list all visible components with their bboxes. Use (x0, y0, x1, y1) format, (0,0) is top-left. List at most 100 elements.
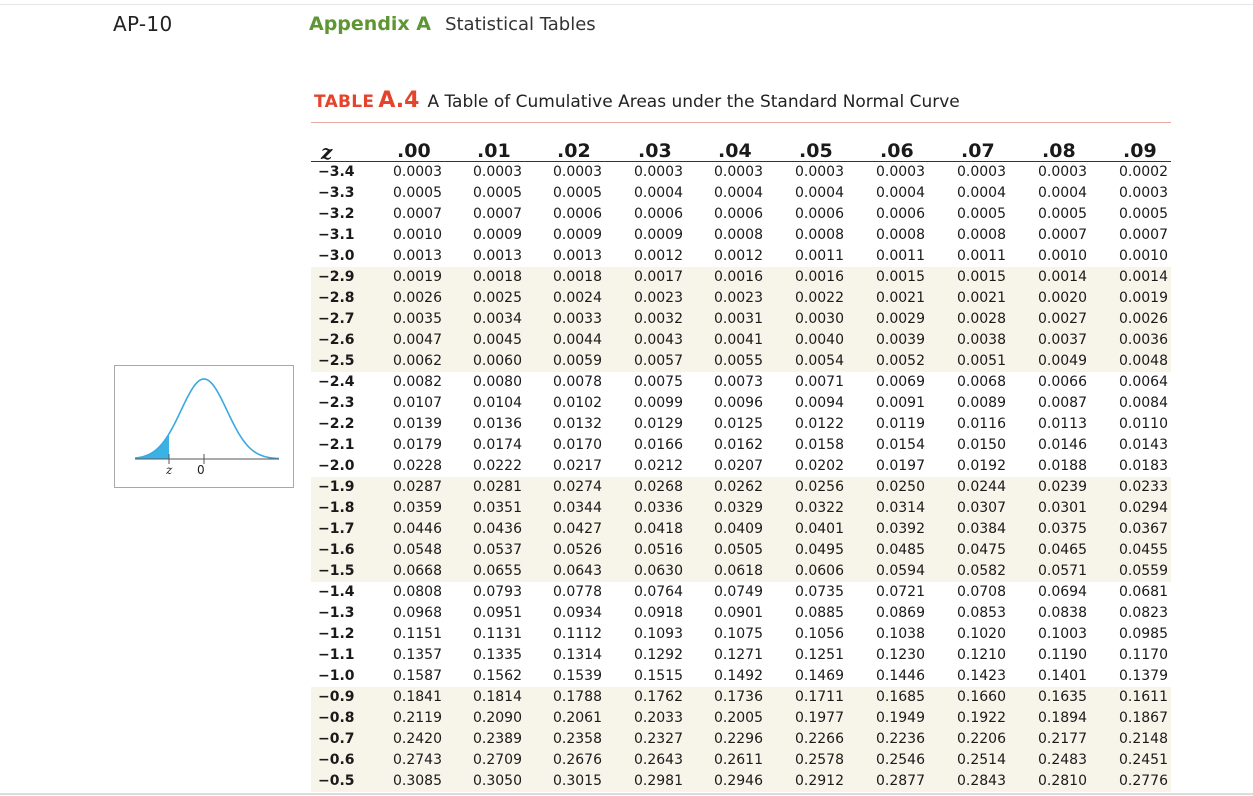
table-cell: 0.0007 (473, 206, 522, 222)
table-cell: 0.0006 (553, 206, 602, 222)
table-cell: 0.2033 (634, 710, 683, 726)
table-cell: 0.0116 (957, 416, 1006, 432)
column-header: .02 (557, 140, 591, 162)
table-cell: 0.1401 (1038, 668, 1087, 684)
table-cell: 0.0002 (1119, 164, 1168, 180)
z-value: −2.3 (318, 395, 355, 411)
table-cell: 0.1587 (393, 668, 442, 684)
table-cell: 0.0162 (714, 437, 763, 453)
table-cell: 0.1038 (876, 626, 925, 642)
table-cell: 0.0004 (714, 185, 763, 201)
table-cell: 0.0005 (473, 185, 522, 201)
table-cell: 0.0005 (1119, 206, 1168, 222)
table-cell: 0.0031 (714, 311, 763, 327)
table-cell: 0.1788 (553, 689, 602, 705)
table-cell: 0.0016 (795, 269, 844, 285)
table-cell: 0.0314 (876, 500, 925, 516)
table-cell: 0.0049 (1038, 353, 1087, 369)
table-cell: 0.0968 (393, 605, 442, 621)
table-cell: 0.0030 (795, 311, 844, 327)
table-cell: 0.0003 (876, 164, 925, 180)
z-value: −2.4 (318, 374, 355, 390)
table-cell: 0.0023 (714, 290, 763, 306)
table-cell: 0.0011 (795, 248, 844, 264)
z-value: −1.6 (318, 542, 355, 558)
table-cell: 0.0281 (473, 479, 522, 495)
table-cell: 0.0268 (634, 479, 683, 495)
table-cell: 0.0008 (876, 227, 925, 243)
table-cell: 0.0032 (634, 311, 683, 327)
table-cell: 0.0033 (553, 311, 602, 327)
table-cell: 0.0005 (957, 206, 1006, 222)
table-cell: 0.0336 (634, 500, 683, 516)
z-value: −1.8 (318, 500, 355, 516)
table-cell: 0.0154 (876, 437, 925, 453)
table-cell: 0.0039 (876, 332, 925, 348)
table-title: TABLE A.4 A Table of Cumulative Areas unde… (314, 88, 960, 113)
table-cell: 0.0367 (1119, 521, 1168, 537)
table-cell: 0.0015 (957, 269, 1006, 285)
table-cell: 0.0016 (714, 269, 763, 285)
table-row: −0.6 0.2743 0.2709 0.2676 0.2643 0.2611 0.2578… (311, 750, 1171, 771)
appendix-title: Statistical Tables (445, 14, 596, 35)
table-cell: 0.0004 (876, 185, 925, 201)
table-cell: 0.0143 (1119, 437, 1168, 453)
z-value: −3.0 (318, 248, 355, 264)
table-cell: 0.0044 (553, 332, 602, 348)
z-value: −2.2 (318, 416, 355, 432)
table-cell: 0.0003 (795, 164, 844, 180)
table-cell: 0.0885 (795, 605, 844, 621)
table-cell: 0.0427 (553, 521, 602, 537)
table-cell: 0.0668 (393, 563, 442, 579)
table-cell: 0.1423 (957, 668, 1006, 684)
table-cell: 0.0838 (1038, 605, 1087, 621)
table-cell: 0.0078 (553, 374, 602, 390)
column-header: .00 (397, 140, 431, 162)
table-cell: 0.2611 (714, 752, 763, 768)
table-cell: 0.0004 (795, 185, 844, 201)
table-row: −1.1 0.1357 0.1335 0.1314 0.1292 0.1271 0.1251… (311, 645, 1171, 666)
table-row: −1.7 0.0446 0.0436 0.0427 0.0418 0.0409 0.0401… (311, 519, 1171, 540)
table-cell: 0.0015 (876, 269, 925, 285)
table-cell: 0.0038 (957, 332, 1006, 348)
table-cell: 0.2358 (553, 731, 602, 747)
table-cell: 0.0793 (473, 584, 522, 600)
table-cell: 0.2810 (1038, 773, 1087, 789)
page-number: AP-10 (113, 12, 173, 36)
table-cell: 0.0681 (1119, 584, 1168, 600)
table-cell: 0.1093 (634, 626, 683, 642)
table-cell: 0.0089 (957, 395, 1006, 411)
table-cell: 0.1056 (795, 626, 844, 642)
table-cell: 0.0013 (393, 248, 442, 264)
table-cell: 0.0071 (795, 374, 844, 390)
table-cell: 0.2981 (634, 773, 683, 789)
table-row: −0.5 0.3085 0.3050 0.3015 0.2981 0.2946 0.2912… (311, 771, 1171, 792)
table-cell: 0.3085 (393, 773, 442, 789)
table-cell: 0.0003 (957, 164, 1006, 180)
table-cell: 0.0034 (473, 311, 522, 327)
table-row: −1.9 0.0287 0.0281 0.0274 0.0268 0.0262 0.0256… (311, 477, 1171, 498)
table-cell: 0.2296 (714, 731, 763, 747)
table-row: −3.0 0.0013 0.0013 0.0013 0.0012 0.0012 0.0011… (311, 246, 1171, 267)
table-cell: 0.0694 (1038, 584, 1087, 600)
table-cell: 0.3015 (553, 773, 602, 789)
table-cell: 0.1446 (876, 668, 925, 684)
table-row: −1.3 0.0968 0.0951 0.0934 0.0918 0.0901 0.0885… (311, 603, 1171, 624)
title-rule (311, 122, 1171, 123)
table-cell: 0.0749 (714, 584, 763, 600)
table-cell: 0.0329 (714, 500, 763, 516)
table-cell: 0.0951 (473, 605, 522, 621)
table-cell: 0.0301 (1038, 500, 1087, 516)
table-cell: 0.2546 (876, 752, 925, 768)
table-row: −2.1 0.0179 0.0174 0.0170 0.0166 0.0162 0.0158… (311, 435, 1171, 456)
table-cell: 0.0418 (634, 521, 683, 537)
table-cell: 0.0018 (473, 269, 522, 285)
table-cell: 0.0014 (1038, 269, 1087, 285)
table-cell: 0.0023 (634, 290, 683, 306)
table-cell: 0.0040 (795, 332, 844, 348)
table-cell: 0.1736 (714, 689, 763, 705)
table-row: −3.2 0.0007 0.0007 0.0006 0.0006 0.0006 0.0006… (311, 204, 1171, 225)
table-cell: 0.0125 (714, 416, 763, 432)
table-cell: 0.0035 (393, 311, 442, 327)
table-cell: 0.0099 (634, 395, 683, 411)
